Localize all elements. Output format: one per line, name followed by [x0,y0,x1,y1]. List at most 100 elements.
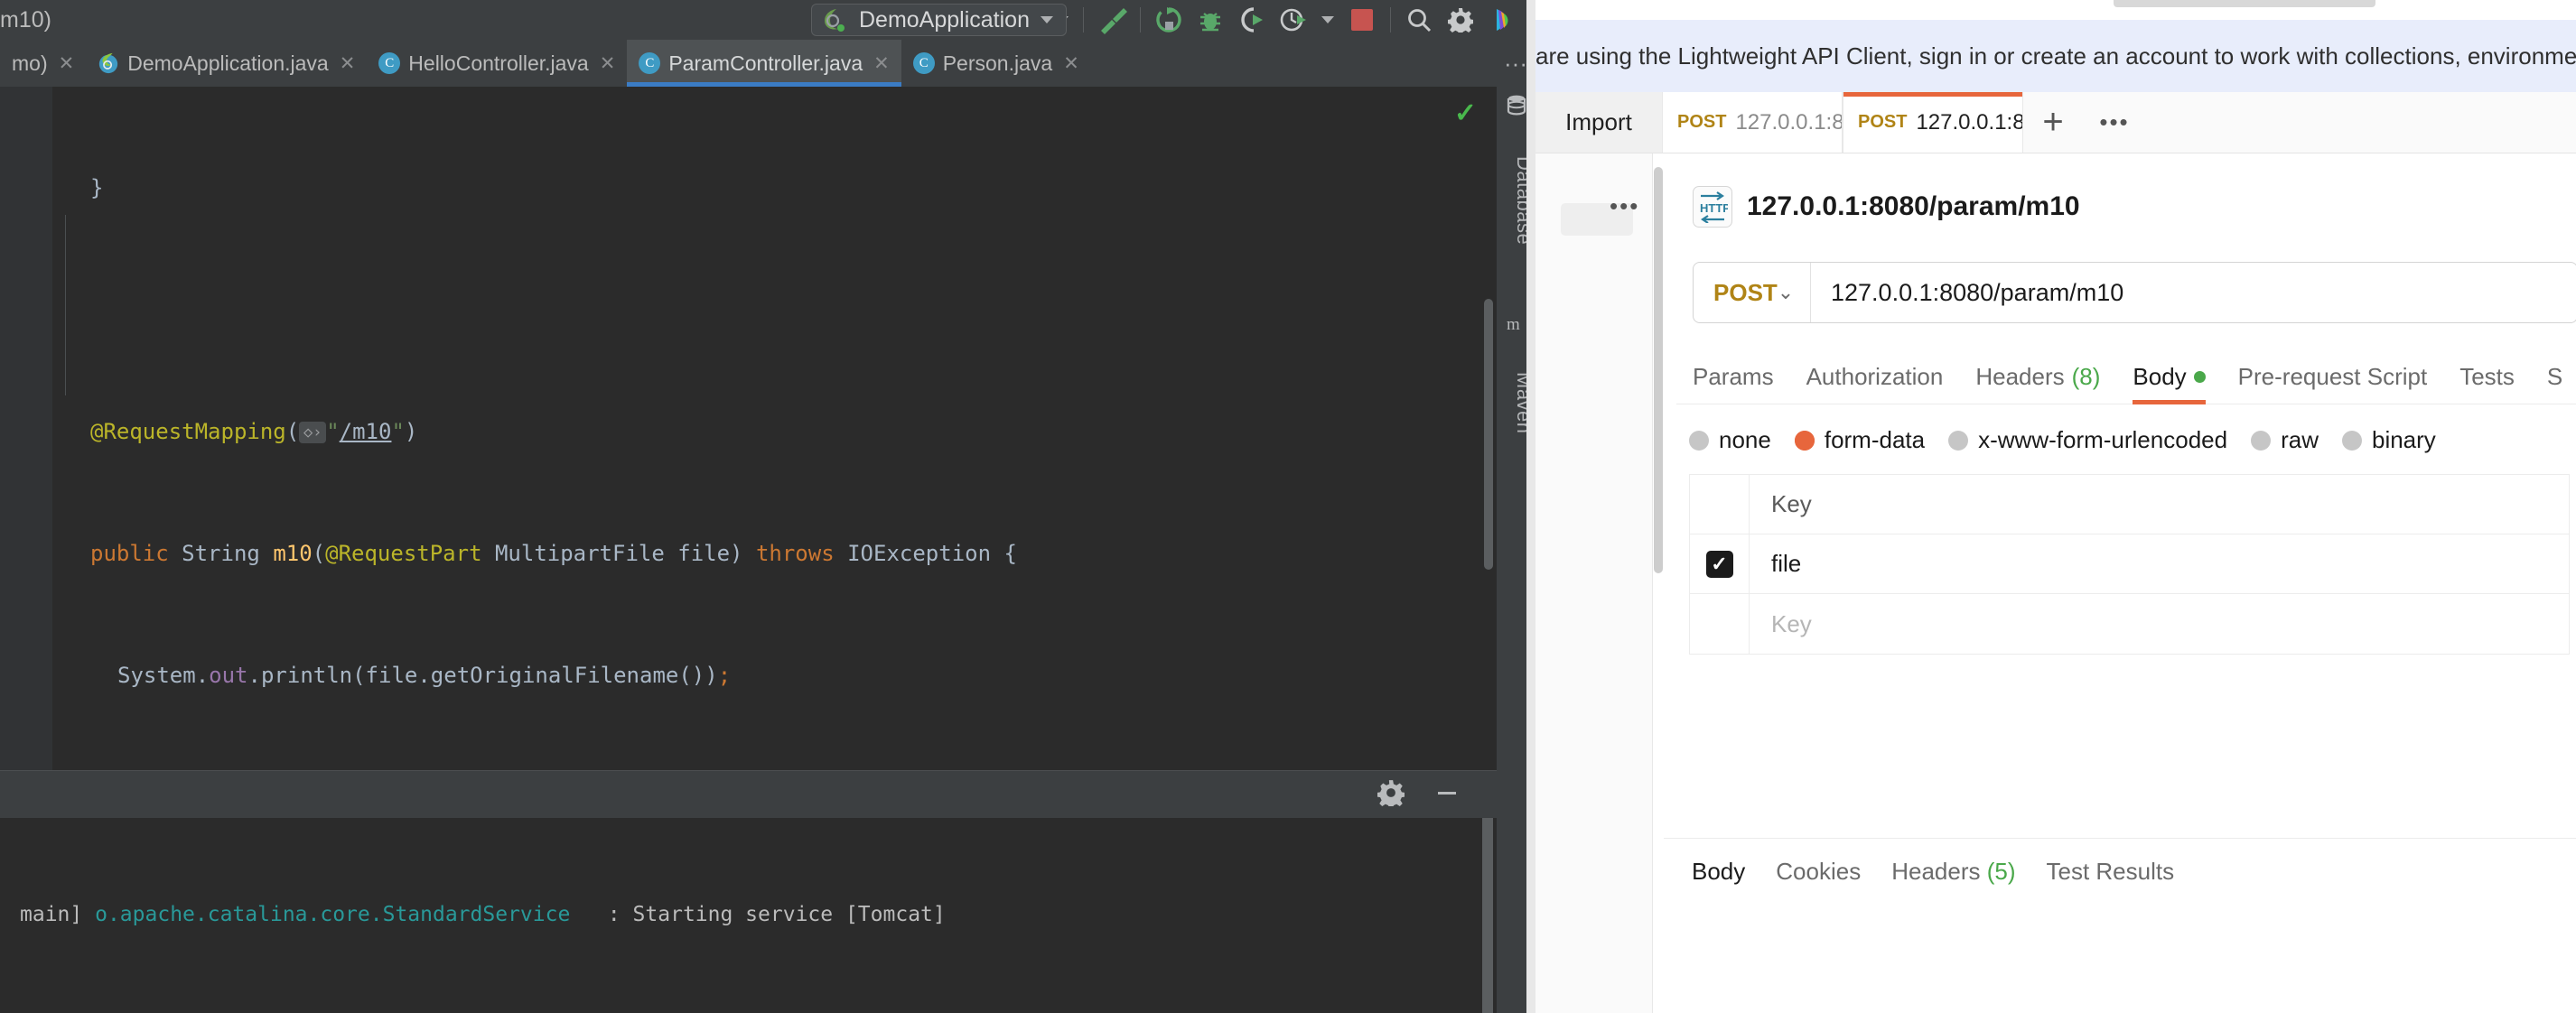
minimize-icon[interactable] [1433,779,1461,811]
gear-icon-console[interactable] [1377,779,1405,811]
close-icon-1[interactable]: ✕ [340,52,356,75]
ellipsis-icon[interactable]: ••• [2083,92,2146,153]
spring-boot-icon [98,52,119,74]
close-icon-0[interactable]: ✕ [59,52,75,75]
body-type-urlencoded-label: x-www-form-urlencoded [1978,426,2227,454]
editor-tab-paramcontroller[interactable]: C ParamController.java ✕ [627,40,901,87]
import-button[interactable]: Import [1535,92,1662,153]
tab-tests[interactable]: Tests [2443,363,2531,404]
response-tab-body[interactable]: Body [1676,858,1760,886]
editor-gutter[interactable] [0,87,52,770]
request-tab-1[interactable]: POST 127.0.0.1:8080/param/m1 [1843,92,2023,153]
close-icon-3[interactable]: ✕ [873,52,890,75]
chevron-down-icon-2[interactable] [1314,0,1341,40]
close-icon-4[interactable]: ✕ [1063,52,1079,75]
ide-main-toolbar: m10) [0,0,1535,40]
debug-bug-icon[interactable] [1190,0,1231,40]
editor-tab-0[interactable]: mo) ✕ [0,40,86,87]
response-tab-cookies-label: Cookies [1776,858,1861,885]
build-hammer-icon[interactable] [1091,0,1133,40]
ai-assistant-icon[interactable] [1481,0,1523,40]
checkbox-checked[interactable]: ✓ [1706,551,1733,578]
code-content[interactable]: } @RequestMapping(◇›"/m10") public Strin… [52,87,1497,770]
maven-icon[interactable]: m [1506,312,1527,334]
close-icon-2[interactable]: ✕ [600,52,616,75]
request-tab-0[interactable]: POST 127.0.0.1:8080/param/m1 [1662,92,1843,153]
dot-1: · [1504,57,1512,70]
editor-tab-demoapplication[interactable]: DemoApplication.java ✕ [86,40,367,87]
rail-ellipsis-icon[interactable]: ••• [1610,203,1639,210]
body-type-binary[interactable]: binary [2342,426,2452,454]
response-tab-headers[interactable]: Headers (5) [1876,858,2030,886]
postman-titlebar [1535,0,2576,20]
rerun-icon[interactable] [1148,0,1190,40]
request-tab-url-0: 127.0.0.1:8080/param/m1 [1735,110,1843,135]
tab-pre-request-script[interactable]: Pre-request Script [2222,363,2444,404]
request-tab-method-1: POST [1858,112,1907,133]
tab-headers-count: (8) [2072,363,2101,391]
table-row-empty[interactable]: Key [1690,594,2569,654]
response-tab-body-label: Body [1692,858,1745,885]
sidebar-scrollbar[interactable] [1654,167,1663,573]
chevron-down-icon-runcfg[interactable] [1041,16,1053,23]
body-modified-dot [2194,371,2206,383]
globe-hint-icon: ◇› [299,422,326,443]
row-checkbox-cell[interactable]: ✓ [1690,534,1750,593]
run-config-label: DemoApplication [859,7,1030,33]
table-row[interactable]: ✓ file [1690,534,2569,594]
editor-tab-person[interactable]: C Person.java ✕ [901,40,1091,87]
response-tab-cookies[interactable]: Cookies [1760,858,1876,886]
tab-params[interactable]: Params [1676,363,1790,404]
code-fold-guide [65,215,66,395]
table-header-row: Key [1690,475,2569,534]
editor-scrollbar[interactable] [1484,299,1493,570]
database-icon[interactable] [1506,94,1527,116]
body-type-urlencoded[interactable]: x-www-form-urlencoded [1948,426,2244,454]
profile-icon[interactable] [1273,0,1314,40]
row-checkbox-cell-empty[interactable] [1690,594,1750,654]
response-tab-headers-count: (5) [1987,858,2016,885]
body-type-raw[interactable]: raw [2251,426,2335,454]
stop-button[interactable] [1341,0,1383,40]
code-line-1: } [52,168,1497,209]
java-class-icon-4: C [913,52,935,74]
url-input[interactable]: 127.0.0.1:8080/param/m10 [1811,263,2576,322]
console-scrollbar[interactable] [1482,818,1493,1013]
url-bar: POST ⌄ 127.0.0.1:8080/param/m10 [1693,262,2576,323]
plus-icon[interactable]: + [2023,92,2083,153]
body-type-none[interactable]: none [1689,426,1787,454]
request-title[interactable]: 127.0.0.1:8080/param/m10 [1747,191,2080,222]
radio-raw [2251,431,2271,451]
console-line-1: main] o.apache.catalina.core.StandardSer… [0,896,1497,934]
request-section-tabs: Params Authorization Headers(8) Body Pre… [1676,354,2576,404]
postman-tab-bar: Import POST 127.0.0.1:8080/param/m1 POST… [1535,92,2576,153]
editor-tab-label-0: mo) [12,51,48,76]
run-configuration-selector[interactable]: DemoApplication [811,4,1074,36]
svg-text:HTTP: HTTP [1700,201,1728,215]
code-editor[interactable]: ✓ } @RequestMapping(◇›"/m10") public Str… [0,87,1497,770]
row-key-cell-empty[interactable]: Key [1750,594,2569,654]
search-icon[interactable] [1398,0,1440,40]
run-coverage-icon[interactable] [1231,0,1273,40]
row-key-cell[interactable]: file [1750,534,2569,593]
method-selector[interactable]: POST ⌄ [1694,263,1811,322]
body-type-raw-label: raw [2281,426,2319,454]
form-data-table: Key ✓ file Key [1689,474,2570,655]
tab-body[interactable]: Body [2116,363,2221,404]
radio-none [1689,431,1709,451]
gear-icon[interactable] [1440,0,1481,40]
toolbar-divider-3 [1390,7,1391,33]
editor-tab-hellocontroller[interactable]: C HelloController.java ✕ [367,40,627,87]
body-type-form-data-label: form-data [1825,426,1925,454]
toolbar-divider-1 [1083,7,1084,33]
tab-headers[interactable]: Headers(8) [1959,363,2116,404]
signin-banner[interactable]: are using the Lightweight API Client, si… [1535,20,2576,92]
editor-tab-label-4: Person.java [943,51,1052,76]
run-console[interactable]: main] o.apache.catalina.core.StandardSer… [0,818,1497,1013]
toolbar-divider-2 [1140,7,1141,33]
tab-authorization[interactable]: Authorization [1790,363,1960,404]
tab-settings-truncated[interactable]: S [2531,363,2576,404]
header-key-cell: Key [1750,475,2569,534]
response-tab-test-results[interactable]: Test Results [2031,858,2190,886]
body-type-form-data[interactable]: form-data [1795,426,1941,454]
